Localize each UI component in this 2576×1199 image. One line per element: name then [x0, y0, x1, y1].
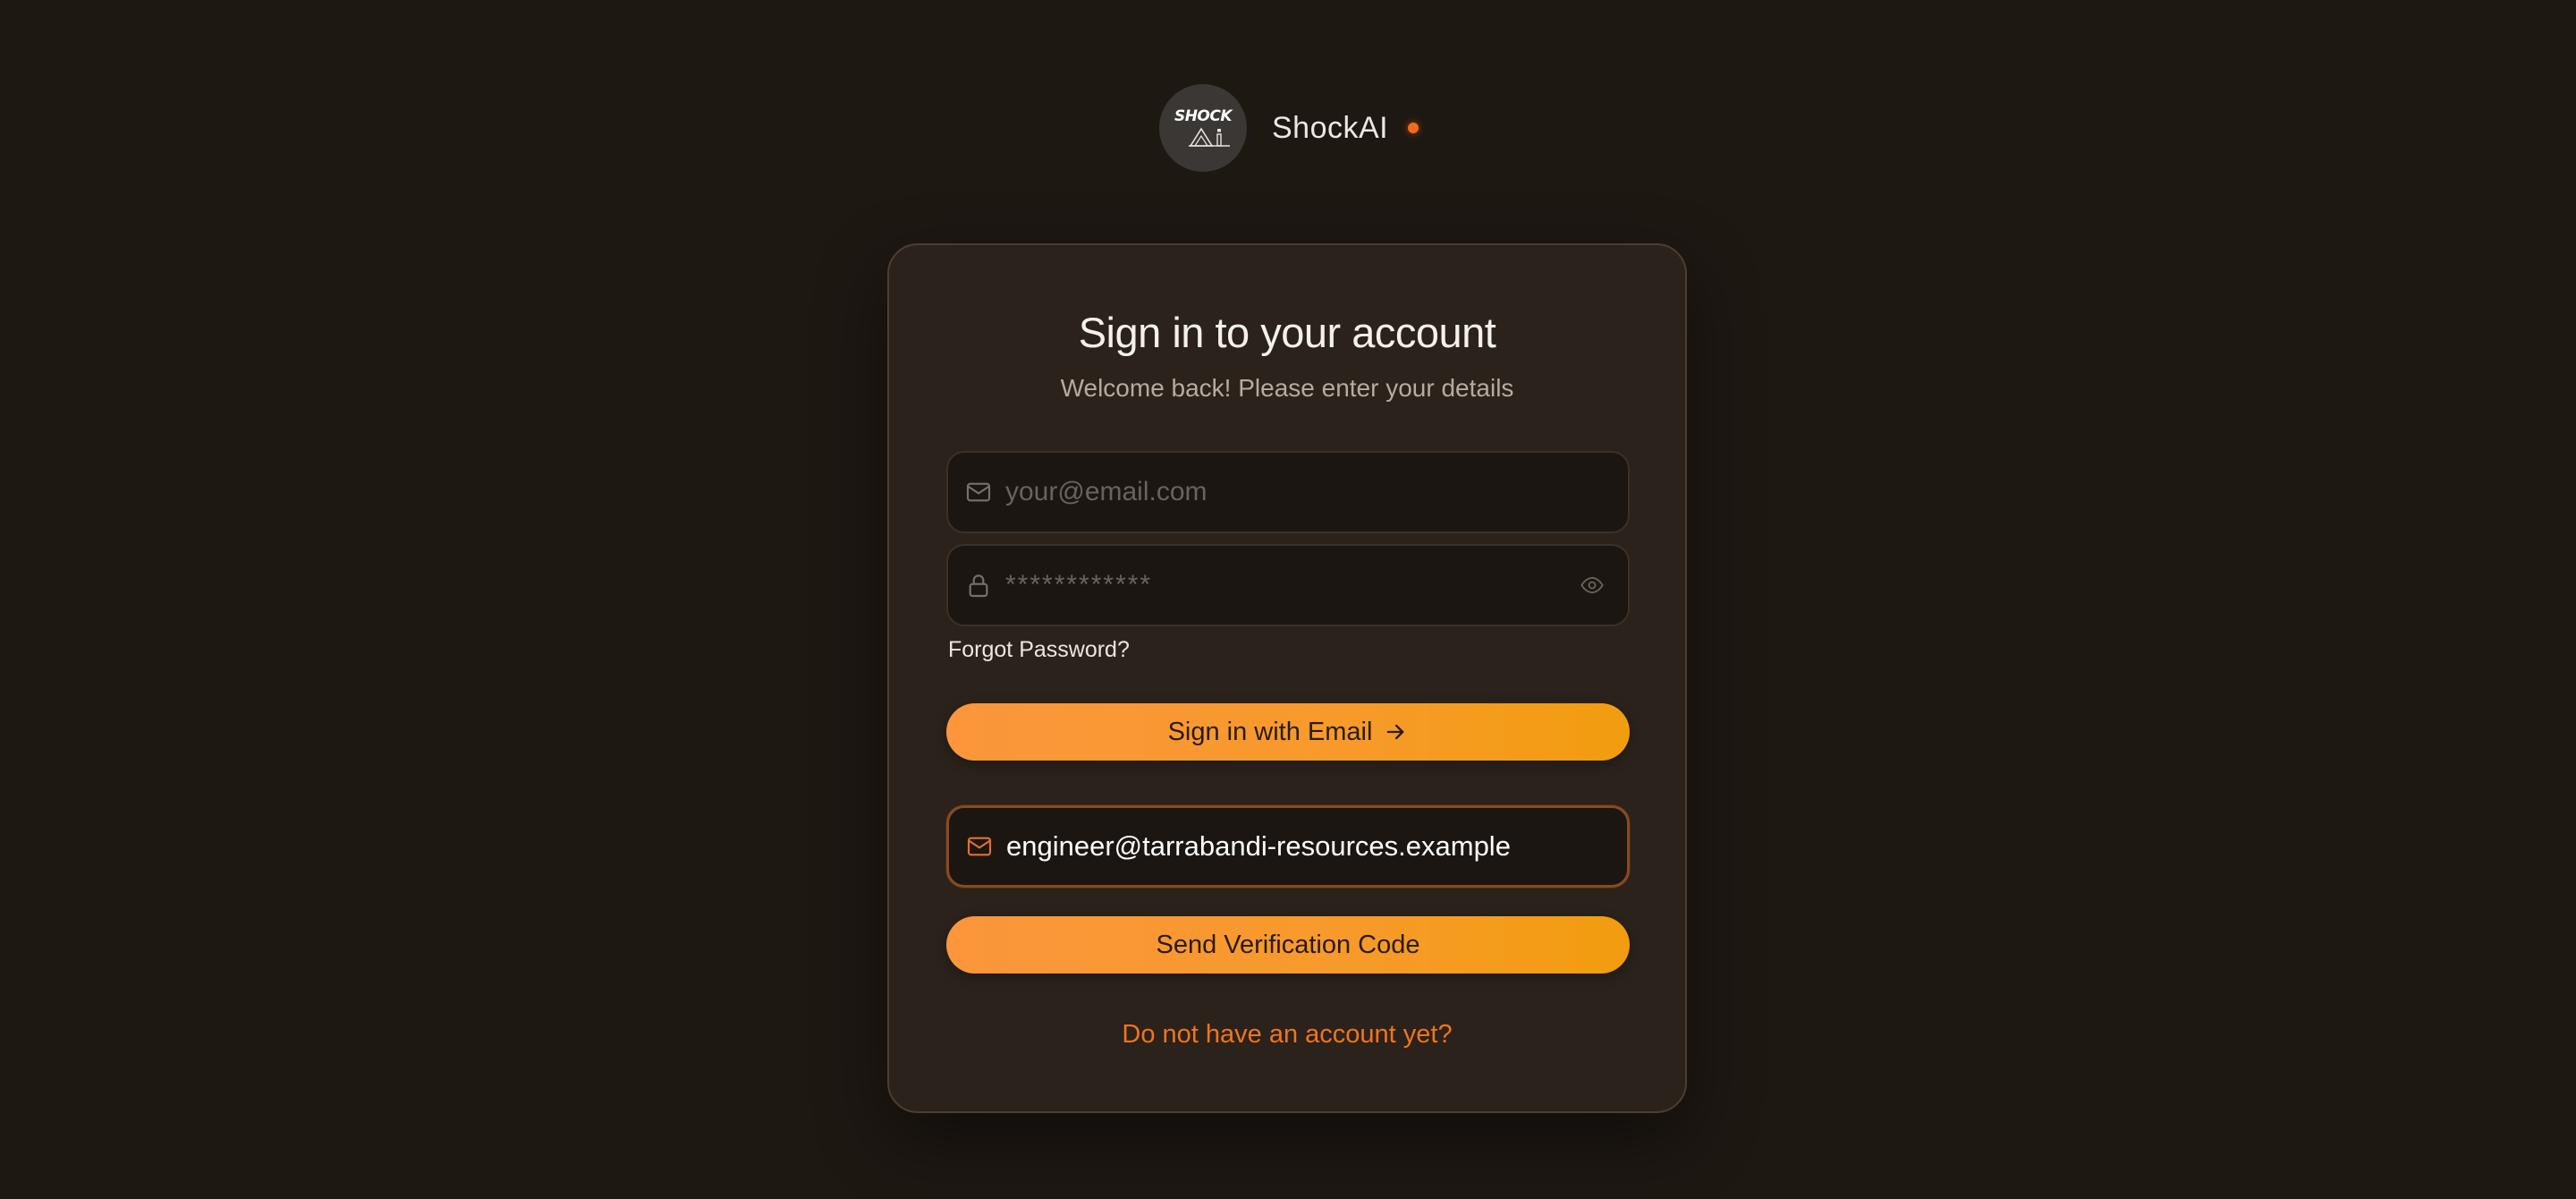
- send-verification-code-button[interactable]: Send Verification Code: [946, 916, 1630, 974]
- send-code-button-label: Send Verification Code: [1156, 930, 1420, 959]
- eye-icon[interactable]: [1580, 573, 1605, 598]
- login-page: SHOCK ShockAI Sign in to your account We…: [0, 0, 2576, 1199]
- sign-in-button-label: Sign in with Email: [1167, 717, 1373, 746]
- verification-email-field[interactable]: [946, 805, 1630, 888]
- arrow-right-icon: [1387, 724, 1404, 740]
- brand-logo: SHOCK: [1159, 84, 1247, 172]
- password-field[interactable]: [946, 544, 1630, 626]
- status-dot: [1408, 123, 1419, 133]
- page-subtitle: Welcome back! Please enter your details: [1060, 374, 1514, 402]
- sign-in-with-email-button[interactable]: Sign in with Email: [946, 703, 1630, 761]
- logo-wordmark: SHOCK: [1174, 107, 1233, 125]
- brand-header: SHOCK ShockAI: [1159, 84, 1419, 172]
- forgot-password-link[interactable]: Forgot Password?: [948, 637, 1130, 663]
- email-field[interactable]: [946, 451, 1630, 533]
- mail-icon: [966, 482, 991, 502]
- mail-icon: [967, 837, 992, 856]
- sign-in-card: Sign in to your account Welcome back! Pl…: [887, 243, 1687, 1113]
- logo-ai-mark-icon: [1189, 127, 1230, 147]
- lock-icon: [969, 574, 988, 598]
- verification-email-input[interactable]: [1006, 820, 1627, 873]
- signup-link[interactable]: Do not have an account yet?: [889, 1020, 1685, 1050]
- page-title: Sign in to your account: [1078, 309, 1496, 356]
- brand-name: ShockAI: [1272, 110, 1389, 145]
- password-input[interactable]: [1005, 558, 1580, 612]
- email-input[interactable]: [1005, 465, 1628, 519]
